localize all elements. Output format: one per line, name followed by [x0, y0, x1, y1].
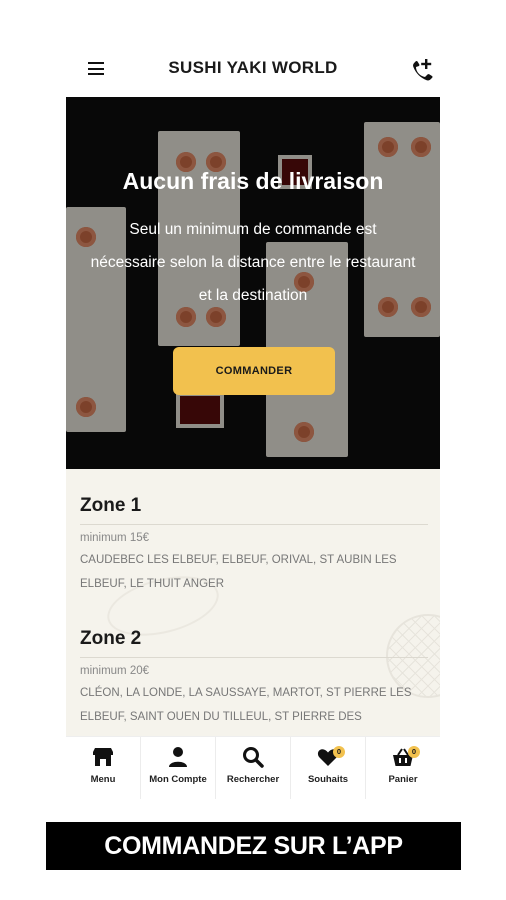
order-button[interactable]: COMMANDER	[173, 347, 335, 395]
nav-label: Menu	[90, 774, 116, 785]
app-title: SUSHI YAKI WORLD	[168, 58, 338, 77]
zone-cities: CLÉON, LA LONDE, LA SAUSSAYE, MARTOT, ST…	[80, 687, 412, 723]
nav-label: Mon Compte	[149, 774, 207, 785]
delivery-zones: Zone 1 minimum 15€ CAUDEBEC LES ELBEUF, …	[66, 469, 440, 736]
zone-title: Zone 2	[80, 628, 142, 649]
nav-item-cart[interactable]: 0 Panier	[366, 737, 440, 799]
hero-title: Aucun frais de livraison	[122, 168, 384, 194]
hero-banner: Aucun frais de livraison Seul un minimum…	[66, 97, 440, 469]
phone-add-icon[interactable]	[408, 55, 436, 83]
hero-description: Seul un minimum de commande est nécessai…	[90, 221, 416, 304]
divider	[80, 524, 428, 525]
nav-label: Rechercher	[226, 774, 280, 785]
cart-count-badge: 0	[408, 746, 420, 758]
zone-block: Zone 2 minimum 20€ CLÉON, LA LONDE, LA S…	[80, 628, 428, 729]
user-icon	[166, 745, 190, 769]
zone-title: Zone 1	[80, 495, 142, 516]
nav-item-wishlist[interactable]: 0 Souhaits	[291, 737, 366, 799]
nav-item-account[interactable]: Mon Compte	[141, 737, 216, 799]
bottom-navigation: Menu Mon Compte Rechercher 0 Souhaits 0 …	[66, 736, 440, 799]
zone-block: Zone 1 minimum 15€ CAUDEBEC LES ELBEUF, …	[80, 495, 428, 596]
search-icon	[241, 745, 265, 769]
divider	[80, 657, 428, 658]
nav-label: Panier	[388, 774, 418, 785]
nav-item-search[interactable]: Rechercher	[216, 737, 291, 799]
app-header: SUSHI YAKI WORLD	[66, 44, 440, 94]
wishlist-count-badge: 0	[333, 746, 345, 758]
nav-item-menu[interactable]: Menu	[66, 737, 141, 799]
download-app-banner[interactable]: COMMANDEZ SUR L’APP	[46, 822, 461, 870]
nav-label: Souhaits	[307, 774, 349, 785]
store-icon	[91, 745, 115, 769]
zone-minimum: minimum 20€	[80, 665, 150, 677]
zone-cities: CAUDEBEC LES ELBEUF, ELBEUF, ORIVAL, ST …	[80, 554, 397, 590]
zone-minimum: minimum 15€	[80, 532, 150, 544]
